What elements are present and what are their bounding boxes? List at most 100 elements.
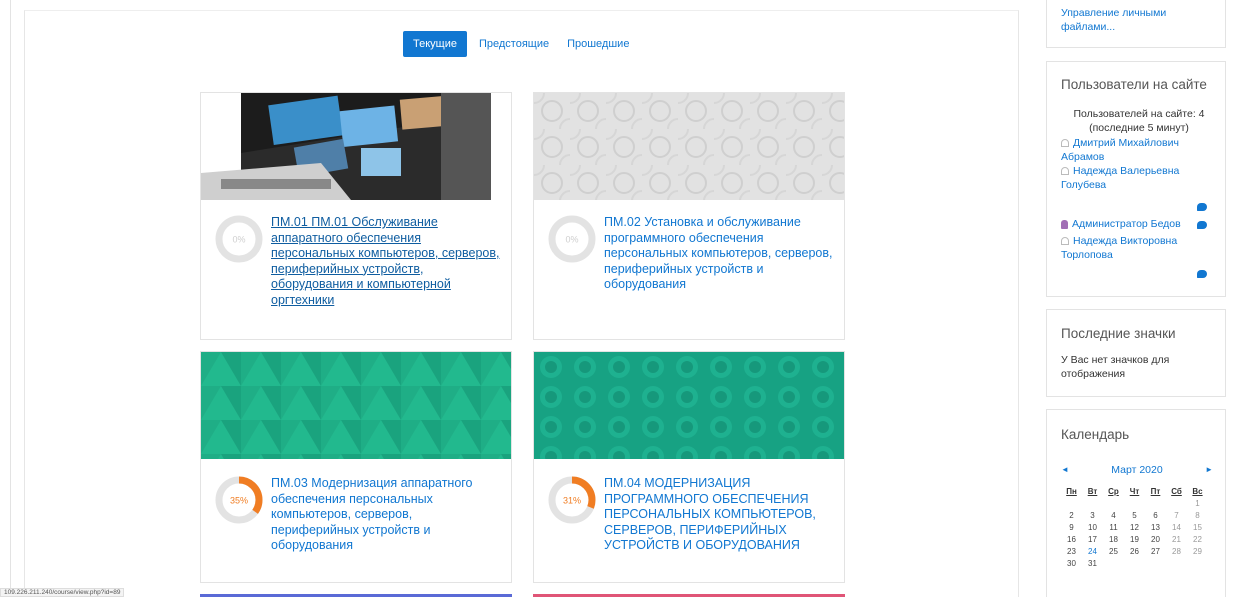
calendar-day: 29: [1193, 547, 1202, 556]
calendar-month[interactable]: Март 2020: [1061, 463, 1213, 477]
weekday-label: Пн: [1066, 487, 1077, 496]
course-image-pattern-teal[interactable]: [534, 352, 844, 459]
course-image-pattern-green[interactable]: [201, 352, 511, 459]
calendar-day: [1061, 498, 1082, 510]
calendar-week: 9 10 11 12 13 14 15: [1061, 522, 1221, 534]
message-icon[interactable]: [1197, 270, 1207, 278]
calendar-day: [1166, 558, 1187, 570]
course-card-3[interactable]: 35% ПМ.03 Модернизация аппаратного обесп…: [200, 351, 512, 583]
online-users-title: Пользователи на сайте: [1061, 77, 1207, 92]
calendar-day: 9: [1069, 523, 1074, 532]
badges-title: Последние значки: [1061, 326, 1176, 341]
calendar-day: 15: [1193, 523, 1202, 532]
user-name: Дмитрий Михайлович Абрамов: [1061, 137, 1179, 163]
manage-files-link[interactable]: Управление личными файлами...: [1061, 6, 1211, 34]
course-title-link[interactable]: ПМ.01 ПМ.01 Обслуживание аппаратного обе…: [271, 215, 501, 308]
progress-label: 0%: [565, 235, 578, 245]
weekday-label: Вс: [1192, 487, 1203, 496]
calendar-day: 31: [1088, 559, 1097, 568]
calendar-day: [1103, 498, 1124, 510]
tab-current[interactable]: Текущие: [403, 31, 467, 57]
online-user-2[interactable]: Надежда Валерьевна Голубева: [1061, 164, 1211, 192]
calendar-week: 30 31: [1061, 558, 1221, 570]
progress-donut: 0%: [215, 215, 263, 263]
calendar-week: 1: [1061, 498, 1221, 510]
course-image-computers[interactable]: [201, 93, 511, 200]
progress-label: 35%: [230, 496, 248, 506]
calendar-day: [1187, 558, 1208, 570]
calendar-day: [1145, 558, 1166, 570]
calendar-day: 3: [1090, 511, 1095, 520]
calendar-title: Календарь: [1061, 427, 1130, 442]
user-name: Надежда Валерьевна Голубева: [1061, 165, 1180, 191]
page: Текущие Предстоящие Прошедшие 0% ПМ.01 П…: [0, 0, 1234, 597]
calendar-day: 2: [1069, 511, 1074, 520]
calendar-day: [1145, 498, 1166, 510]
calendar-day: 1: [1195, 499, 1200, 508]
next-month-arrow[interactable]: ►: [1205, 463, 1213, 477]
course-title-link[interactable]: ПМ.03 Модернизация аппаратного обеспечен…: [271, 476, 499, 554]
calendar-day: [1124, 498, 1145, 510]
admin-icon: [1061, 219, 1068, 229]
main-content-panel: [24, 10, 1019, 597]
calendar-day: 14: [1172, 523, 1181, 532]
calendar-day: 21: [1172, 535, 1181, 544]
calendar-day: 18: [1109, 535, 1118, 544]
message-icon[interactable]: [1197, 203, 1207, 211]
user-icon: [1061, 139, 1069, 148]
calendar-day: [1166, 498, 1187, 510]
calendar-day: 7: [1174, 511, 1179, 520]
online-users-summary: Пользователей на сайте: 4 (последние 5 м…: [1073, 108, 1205, 134]
calendar-day: [1082, 498, 1103, 510]
weekday-label: Чт: [1129, 487, 1140, 496]
private-files-block: Управление личными файлами...: [1046, 0, 1226, 48]
online-user-3[interactable]: Администратор Бедов: [1061, 217, 1201, 231]
calendar-day: 13: [1151, 523, 1160, 532]
weekday-label: Пт: [1150, 487, 1161, 496]
user-icon: [1061, 167, 1069, 176]
badges-empty-text: У Вас нет значков для отображения: [1061, 354, 1170, 380]
online-user-4[interactable]: Надежда Викторовна Торлопова: [1061, 234, 1211, 262]
calendar-day: 6: [1153, 511, 1158, 520]
calendar-day: 20: [1151, 535, 1160, 544]
calendar-day: 17: [1088, 535, 1097, 544]
weekday-label: Вт: [1087, 487, 1098, 496]
weekday-label: Сб: [1171, 487, 1182, 496]
course-title-link[interactable]: ПМ.02 Установка и обслуживание программн…: [604, 215, 836, 293]
calendar-day: 4: [1111, 511, 1116, 520]
calendar-day: [1103, 558, 1124, 570]
calendar-day: 12: [1130, 523, 1139, 532]
progress-label: 0%: [232, 235, 245, 245]
calendar-grid: Пн Вт Ср Чт Пт Сб Вс 1 2 3 4 5 6 7 8 9 10 11 12 13 14 15 16 17…: [1061, 486, 1221, 570]
calendar-day: 19: [1130, 535, 1139, 544]
message-icon[interactable]: [1197, 221, 1207, 229]
recent-badges-block: Последние значки У Вас нет значков для о…: [1046, 309, 1226, 397]
calendar-day: 10: [1088, 523, 1097, 532]
course-card-2[interactable]: 0% ПМ.02 Установка и обслуживание програ…: [533, 92, 845, 340]
calendar-week: 16 17 18 19 20 21 22: [1061, 534, 1221, 546]
tab-upcoming[interactable]: Предстоящие: [473, 31, 555, 57]
left-divider: [10, 0, 11, 597]
online-user-1[interactable]: Дмитрий Михайлович Абрамов: [1061, 136, 1211, 164]
course-title-link[interactable]: ПМ.04 МОДЕРНИЗАЦИЯ ПРОГРАММНОГО ОБЕСПЕЧЕ…: [604, 476, 830, 554]
course-card-1[interactable]: 0% ПМ.01 ПМ.01 Обслуживание аппаратного …: [200, 92, 512, 340]
weekday-label: Ср: [1108, 487, 1119, 496]
calendar-day: 22: [1193, 535, 1202, 544]
progress-donut: 31%: [548, 476, 596, 524]
tab-past[interactable]: Прошедшие: [561, 31, 635, 57]
calendar-block: Календарь ◄ Март 2020 ► Пн Вт Ср Чт Пт Сб Вс 1…: [1046, 409, 1226, 597]
calendar-day: 5: [1132, 511, 1137, 520]
course-card-4[interactable]: 31% ПМ.04 МОДЕРНИЗАЦИЯ ПРОГРАММНОГО ОБЕС…: [533, 351, 845, 583]
calendar-day: 23: [1067, 547, 1076, 556]
calendar-day[interactable]: 24: [1082, 546, 1103, 558]
calendar-day: 8: [1195, 511, 1200, 520]
calendar-week: 2 3 4 5 6 7 8: [1061, 510, 1221, 522]
status-bar-url: 109.226.211.240/course/view.php?id=89: [0, 588, 125, 597]
calendar-day: 16: [1067, 535, 1076, 544]
calendar-day: 27: [1151, 547, 1160, 556]
course-image-pattern-gray[interactable]: [534, 93, 844, 200]
calendar-day: 26: [1130, 547, 1139, 556]
calendar-day: [1124, 558, 1145, 570]
progress-donut: 35%: [215, 476, 263, 524]
calendar-day: 25: [1109, 547, 1118, 556]
